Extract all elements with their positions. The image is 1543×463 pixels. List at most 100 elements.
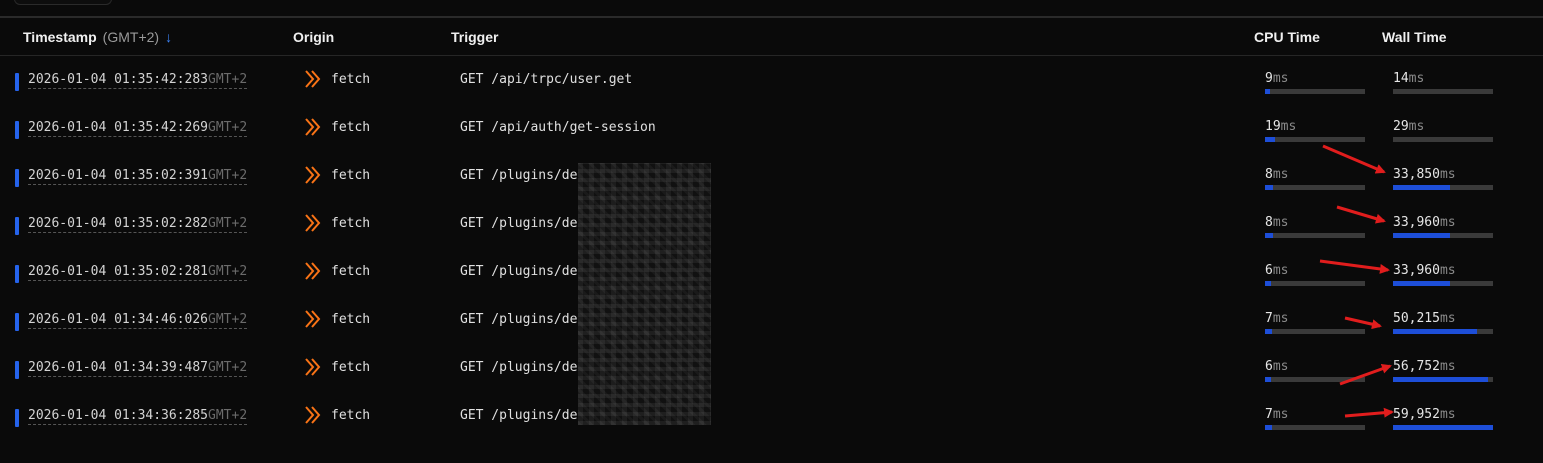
wall-time-bar-fill [1393,233,1450,238]
cpu-time-bar-fill [1265,329,1272,334]
timestamp-cell[interactable]: 2026-01-04 01:34:36:285GMT+2 [28,408,248,425]
origin-value: fetch [331,216,371,231]
timestamp-value: 2026-01-04 01:35:02:391 [28,168,209,183]
wall-time-value: 29ms [1393,119,1424,134]
timestamp-cell[interactable]: 2026-01-04 01:34:46:026GMT+2 [28,312,248,329]
cpu-time-unit: ms [1272,311,1289,326]
wall-time-bar-fill [1393,281,1450,286]
fetch-origin-icon [303,117,323,137]
cpu-time-bar [1265,185,1365,190]
wall-time-unit: ms [1408,119,1425,134]
timezone-value: GMT+2 [208,168,248,183]
table-row[interactable]: 2026-01-04 01:34:36:285GMT+2 fetch GET /pl… [0,406,1543,463]
cpu-time-bar-fill [1265,233,1273,238]
trigger-column-header[interactable]: Trigger [451,29,498,45]
wall-time-unit: ms [1408,71,1425,86]
timestamp-value: 2026-01-04 01:35:42:269 [28,120,209,135]
table-header: Timestamp (GMT+2) ↓ Origin Trigger CPU Tim… [0,18,1543,56]
wall-time-bar [1393,425,1493,430]
wall-time-bar [1393,185,1493,190]
timezone-label: (GMT+2) [102,29,160,45]
timestamp-cell[interactable]: 2026-01-04 01:34:39:487GMT+2 [28,360,248,377]
fetch-origin-icon [303,69,323,89]
trigger-value[interactable]: GET /plugins/de [460,360,577,375]
timestamp-cell[interactable]: 2026-01-04 01:35:02:281GMT+2 [28,264,248,281]
cpu-time-bar [1265,233,1365,238]
trigger-value[interactable]: GET /plugins/de [460,408,577,423]
cpu-time-number: 6 [1265,359,1273,374]
cpu-time-value: 8ms [1265,215,1288,230]
wall-time-unit: ms [1439,407,1456,422]
timestamp-cell[interactable]: 2026-01-04 01:35:42:283GMT+2 [28,72,248,89]
timestamp-cell[interactable]: 2026-01-04 01:35:02:391GMT+2 [28,168,248,185]
wall-time-value: 33,960ms [1393,263,1456,278]
timestamp-value: 2026-01-04 01:35:42:283 [28,72,209,87]
row-level-indicator [15,169,19,187]
trigger-value[interactable]: GET /plugins/de [460,264,577,279]
cpu-time-value: 7ms [1265,311,1288,326]
row-level-indicator [15,121,19,139]
trigger-value[interactable]: GET /plugins/de [460,168,577,183]
origin-value: fetch [331,312,371,327]
timestamp-column-header[interactable]: Timestamp (GMT+2) ↓ [23,29,172,45]
cpu-time-bar-fill [1265,377,1271,382]
cpu-time-unit: ms [1272,167,1289,182]
cpu-time-unit: ms [1272,263,1289,278]
origin-value: fetch [331,360,371,375]
trigger-value[interactable]: GET /api/auth/get-session [460,120,656,135]
wall-time-bar [1393,137,1493,142]
cpu-time-number: 8 [1265,215,1273,230]
wall-time-number: 33,960 [1393,215,1440,230]
cpu-time-number: 7 [1265,311,1273,326]
timezone-value: GMT+2 [208,312,248,327]
wall-time-value: 50,215ms [1393,311,1456,326]
timestamp-header-label: Timestamp [23,29,97,45]
row-level-indicator [15,265,19,283]
cpu-time-column-header[interactable]: CPU Time [1254,29,1320,45]
redaction-block [578,163,711,425]
origin-value: fetch [331,264,371,279]
wall-time-bar [1393,377,1493,382]
wall-time-bar [1393,89,1493,94]
wall-time-bar-fill [1393,377,1488,382]
wall-time-value: 14ms [1393,71,1424,86]
wall-time-number: 59,952 [1393,407,1440,422]
origin-value: fetch [331,72,371,87]
origin-column-header[interactable]: Origin [293,29,334,45]
timestamp-cell[interactable]: 2026-01-04 01:35:42:269GMT+2 [28,120,248,137]
cpu-time-bar-fill [1265,281,1271,286]
trigger-value[interactable]: GET /plugins/de [460,312,577,327]
wall-time-bar-fill [1393,425,1493,430]
wall-time-number: 33,960 [1393,263,1440,278]
timestamp-cell[interactable]: 2026-01-04 01:35:02:282GMT+2 [28,216,248,233]
timezone-value: GMT+2 [208,216,248,231]
cpu-time-bar-fill [1265,425,1272,430]
cpu-time-value: 6ms [1265,263,1288,278]
trigger-value[interactable]: GET /plugins/de [460,216,577,231]
cpu-time-unit: ms [1272,407,1289,422]
timestamp-value: 2026-01-04 01:34:36:285 [28,408,209,423]
cpu-time-value: 19ms [1265,119,1296,134]
wall-time-unit: ms [1439,167,1456,182]
timestamp-value: 2026-01-04 01:34:39:487 [28,360,209,375]
wall-time-column-header[interactable]: Wall Time [1382,29,1447,45]
origin-value: fetch [331,408,371,423]
wall-time-number: 14 [1393,71,1409,86]
trigger-value[interactable]: GET /api/trpc/user.get [460,72,632,87]
wall-time-unit: ms [1439,359,1456,374]
timezone-value: GMT+2 [208,72,248,87]
wall-time-number: 33,850 [1393,167,1440,182]
cpu-time-unit: ms [1280,119,1297,134]
wall-time-bar [1393,233,1493,238]
fetch-origin-icon [303,165,323,185]
top-button-edge[interactable] [14,0,112,5]
cpu-time-number: 6 [1265,263,1273,278]
fetch-origin-icon [303,405,323,425]
wall-time-value: 59,952ms [1393,407,1456,422]
cpu-time-bar-fill [1265,89,1270,94]
wall-time-number: 56,752 [1393,359,1440,374]
cpu-time-value: 9ms [1265,71,1288,86]
timestamp-value: 2026-01-04 01:35:02:281 [28,264,209,279]
arrow-down-icon[interactable]: ↓ [165,29,172,45]
cpu-time-value: 6ms [1265,359,1288,374]
